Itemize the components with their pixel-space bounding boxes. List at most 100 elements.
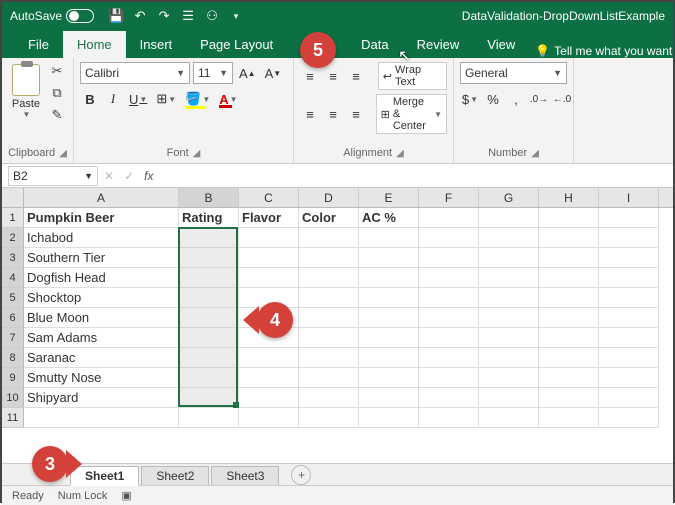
cell[interactable] (479, 388, 539, 408)
name-box[interactable]: B2▼ (8, 166, 98, 186)
cell[interactable]: Flavor (239, 208, 299, 228)
launcher-icon[interactable]: ◢ (531, 148, 539, 159)
underline-button[interactable]: U▼ (126, 88, 150, 110)
cell[interactable] (299, 408, 359, 428)
percent-button[interactable]: % (483, 88, 503, 110)
tab-pagelayout[interactable]: Page Layout (186, 31, 287, 58)
cell[interactable] (179, 388, 239, 408)
cell[interactable] (179, 228, 239, 248)
cell[interactable] (239, 248, 299, 268)
col-header-c[interactable]: C (239, 188, 299, 207)
cell[interactable]: Rating (179, 208, 239, 228)
cell[interactable]: Ichabod (24, 228, 179, 248)
cell[interactable] (479, 368, 539, 388)
tell-me[interactable]: 💡 Tell me what you want (535, 44, 672, 58)
cell[interactable] (419, 348, 479, 368)
cell[interactable] (599, 248, 659, 268)
cell[interactable] (419, 308, 479, 328)
row-header[interactable]: 2 (2, 228, 24, 248)
cell[interactable] (179, 248, 239, 268)
spreadsheet-grid[interactable]: ABCDEFGHI 1Pumpkin BeerRatingFlavorColor… (2, 188, 673, 463)
tab-home[interactable]: Home (63, 31, 126, 58)
cell[interactable] (419, 328, 479, 348)
cell[interactable] (479, 408, 539, 428)
comma-button[interactable]: , (506, 88, 526, 110)
grow-font-icon[interactable]: A▲ (236, 62, 259, 84)
cell[interactable] (299, 288, 359, 308)
cell[interactable] (599, 288, 659, 308)
cell[interactable] (359, 308, 419, 328)
col-header-i[interactable]: I (599, 188, 659, 207)
launcher-icon[interactable]: ◢ (59, 148, 67, 159)
cell[interactable] (299, 248, 359, 268)
cell[interactable] (239, 268, 299, 288)
row-header[interactable]: 1 (2, 208, 24, 228)
cell[interactable] (599, 368, 659, 388)
cell[interactable] (479, 328, 539, 348)
cell[interactable] (299, 388, 359, 408)
align-right-icon[interactable]: ≡ (346, 103, 366, 125)
format-painter-icon[interactable]: ✎ (48, 106, 66, 124)
cell[interactable] (239, 368, 299, 388)
align-left-icon[interactable]: ≡ (300, 103, 320, 125)
cell[interactable] (539, 408, 599, 428)
cell[interactable] (239, 388, 299, 408)
cell[interactable] (479, 248, 539, 268)
undo-icon[interactable]: ↶ (132, 8, 148, 24)
cell[interactable] (179, 268, 239, 288)
row-header[interactable]: 8 (2, 348, 24, 368)
row-header[interactable]: 11 (2, 408, 24, 428)
cell[interactable] (539, 368, 599, 388)
cell[interactable]: Dogfish Head (24, 268, 179, 288)
cell[interactable] (299, 308, 359, 328)
save-icon[interactable]: 💾 (108, 8, 124, 24)
cell[interactable] (599, 208, 659, 228)
tab-view[interactable]: View (473, 31, 529, 58)
decrease-decimal-icon[interactable]: ←.0 (552, 88, 572, 110)
cell[interactable]: Saranac (24, 348, 179, 368)
row-header[interactable]: 6 (2, 308, 24, 328)
cell[interactable] (599, 388, 659, 408)
cell[interactable] (419, 388, 479, 408)
new-sheet-button[interactable]: + (291, 465, 311, 485)
font-size-combo[interactable]: 11▼ (193, 62, 233, 84)
col-header-g[interactable]: G (479, 188, 539, 207)
cut-icon[interactable]: ✂ (48, 62, 66, 80)
row-header[interactable]: 7 (2, 328, 24, 348)
copy-icon[interactable]: ⧉ (48, 84, 66, 102)
font-name-combo[interactable]: Calibri▼ (80, 62, 190, 84)
cell[interactable] (299, 328, 359, 348)
select-all-corner[interactable] (2, 188, 24, 207)
cell[interactable] (359, 228, 419, 248)
cell[interactable] (299, 228, 359, 248)
cell[interactable] (479, 308, 539, 328)
col-header-e[interactable]: E (359, 188, 419, 207)
font-color-button[interactable]: A▼ (216, 88, 240, 110)
cell[interactable] (539, 228, 599, 248)
row-header[interactable]: 5 (2, 288, 24, 308)
italic-button[interactable]: I (103, 88, 123, 110)
col-header-h[interactable]: H (539, 188, 599, 207)
cell[interactable] (479, 348, 539, 368)
cell[interactable] (479, 228, 539, 248)
col-header-f[interactable]: F (419, 188, 479, 207)
cell[interactable]: Color (299, 208, 359, 228)
redo-icon[interactable]: ↷ (156, 8, 172, 24)
cell[interactable] (299, 268, 359, 288)
align-bottom-icon[interactable]: ≡ (346, 65, 366, 87)
cell[interactable]: Pumpkin Beer (24, 208, 179, 228)
cell[interactable] (179, 408, 239, 428)
cell[interactable] (539, 288, 599, 308)
cell[interactable]: Smutty Nose (24, 368, 179, 388)
org-icon[interactable]: ⚇ (204, 8, 220, 24)
row-header[interactable]: 3 (2, 248, 24, 268)
cell[interactable]: Sam Adams (24, 328, 179, 348)
qat-more-icon[interactable]: ▾ (228, 8, 244, 24)
cell[interactable] (479, 288, 539, 308)
cell[interactable] (539, 248, 599, 268)
cell[interactable]: AC % (359, 208, 419, 228)
cell[interactable] (359, 348, 419, 368)
cell[interactable] (299, 348, 359, 368)
sheet-tab-3[interactable]: Sheet3 (211, 466, 279, 485)
cell[interactable] (479, 268, 539, 288)
